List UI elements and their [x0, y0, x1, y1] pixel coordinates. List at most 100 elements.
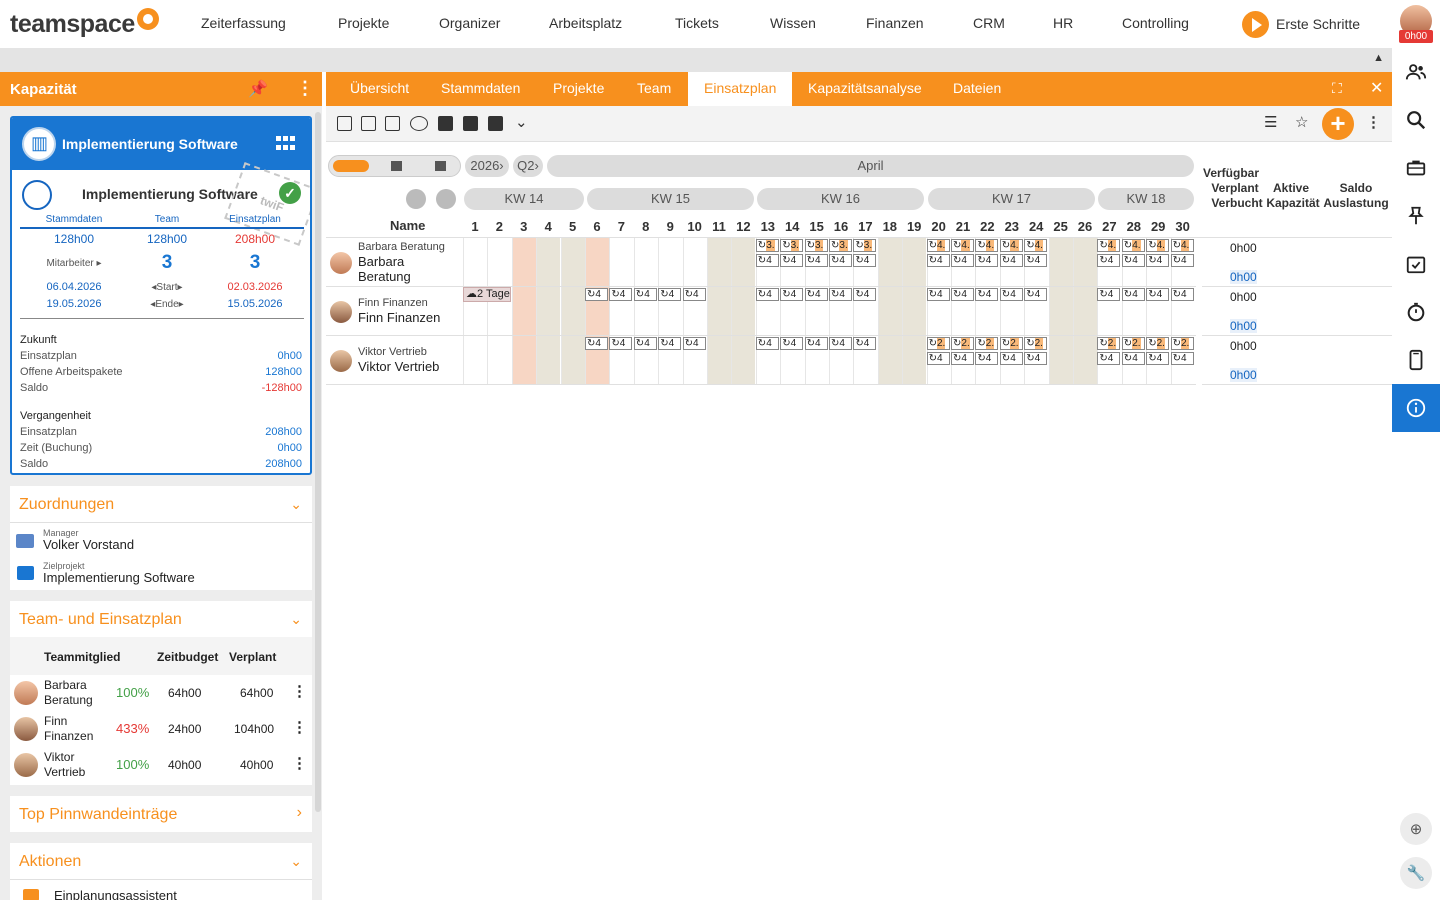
wrench-icon[interactable]: 🔧 [1400, 857, 1432, 889]
mitarbeiter-label[interactable]: Mitarbeiter ▸ [34, 258, 114, 269]
day-column[interactable] [682, 238, 707, 384]
allocation-cell[interactable]: ↻4. [975, 239, 999, 252]
day-column[interactable] [658, 238, 682, 384]
allocation-cell[interactable]: ↻4 [951, 352, 974, 365]
allocation-cell[interactable]: ↻4 [975, 288, 999, 301]
day-number[interactable]: 17 [853, 219, 877, 234]
allocation-cell[interactable]: ↻2. [1097, 337, 1121, 350]
day-column[interactable] [633, 238, 658, 384]
briefcase-icon[interactable] [1392, 144, 1440, 192]
allocation-cell[interactable]: ↻4 [682, 288, 706, 301]
allocation-cell[interactable]: ↻3. [780, 239, 804, 252]
month-label[interactable]: April [547, 155, 1194, 177]
allocation-cell[interactable]: ↻4 [1121, 254, 1145, 267]
day-number[interactable]: 25 [1049, 219, 1073, 234]
calendar-check-icon[interactable] [1392, 240, 1440, 288]
calendar-icon[interactable] [438, 116, 453, 131]
zoom-toggle[interactable] [328, 155, 461, 177]
zoom-day-icon[interactable] [333, 160, 369, 172]
allocation-cell[interactable]: ↻4 [1170, 288, 1194, 301]
chevron-right-icon[interactable]: › [297, 804, 302, 822]
chevron-down-icon[interactable]: ⌄ [290, 496, 302, 513]
nav-projekte[interactable]: Projekte [338, 15, 389, 31]
day-column[interactable] [560, 238, 585, 384]
allocation-cell[interactable]: ↻4 [1097, 288, 1121, 301]
day-number[interactable]: 9 [658, 219, 682, 234]
person-name[interactable]: Viktor Vertrieb [358, 359, 439, 374]
end-label[interactable]: ◂Ende▸ [127, 299, 207, 310]
allocation-cell[interactable]: ↻2. [1121, 337, 1145, 350]
day-number[interactable]: 22 [975, 219, 999, 234]
allocation-cell[interactable]: ↻4. [1121, 239, 1145, 252]
day-number[interactable]: 29 [1146, 219, 1170, 234]
allocation-cell[interactable]: ↻4 [853, 337, 877, 350]
tab-team[interactable]: Team [621, 72, 687, 106]
allocation-cell[interactable]: ↻4 [999, 288, 1023, 301]
day-number[interactable]: 30 [1171, 219, 1195, 234]
allocation-cell[interactable]: ↻4 [1170, 254, 1194, 267]
allocation-cell[interactable]: ↻4 [1024, 352, 1048, 365]
tab-projekte[interactable]: Projekte [537, 72, 620, 106]
teamspace-logo[interactable]: teamspace [10, 8, 159, 39]
allocation-cell[interactable]: ↻3. [853, 239, 877, 252]
day-column[interactable] [1048, 238, 1073, 384]
day-number[interactable]: 1 [463, 219, 487, 234]
team-section-title[interactable]: Team- und Einsatzplan [19, 611, 182, 629]
nav-controlling[interactable]: Controlling [1122, 15, 1189, 31]
week-label[interactable]: KW 16 [757, 188, 924, 210]
users-view-icon[interactable] [410, 116, 428, 131]
search-icon[interactable] [1392, 96, 1440, 144]
zuordnungen-title[interactable]: Zuordnungen [19, 496, 114, 514]
nav-wissen[interactable]: Wissen [770, 15, 816, 31]
allocation-cell[interactable]: ↻4. [1146, 239, 1170, 252]
users-icon[interactable] [1392, 48, 1440, 96]
allocation-cell[interactable]: ↻4 [1146, 352, 1170, 365]
absence-bar[interactable]: ☁2 Tage [463, 287, 511, 302]
day-number[interactable]: 27 [1097, 219, 1121, 234]
allocation-cell[interactable]: ↻4 [975, 352, 999, 365]
day-number[interactable]: 28 [1122, 219, 1146, 234]
day-column[interactable] [463, 238, 487, 384]
allocation-cell[interactable]: ↻2. [1146, 337, 1170, 350]
more-icon[interactable]: ⋮ [292, 682, 307, 700]
allocation-cell[interactable]: ↻4. [951, 239, 974, 252]
allocation-cell[interactable]: ↻4 [755, 288, 779, 301]
allocation-cell[interactable]: ↻4 [975, 254, 999, 267]
allocation-cell[interactable]: ↻4 [780, 254, 804, 267]
nav-crm[interactable]: CRM [973, 15, 1005, 31]
pinnwand-title[interactable]: Top Pinnwandeinträge [19, 806, 177, 824]
more-icon[interactable]: ⋮ [1366, 113, 1381, 131]
allocation-cell[interactable]: ↻4 [926, 254, 950, 267]
allocation-cell[interactable]: ↻4 [926, 288, 950, 301]
allocation-cell[interactable]: ↻4 [633, 337, 657, 350]
allocation-cell[interactable]: ↻4 [829, 337, 852, 350]
allocation-cell[interactable]: ↻4 [853, 254, 877, 267]
add-button[interactable]: + [1322, 108, 1354, 140]
next-week-icon[interactable] [436, 189, 456, 209]
allocation-cell[interactable]: ↻3. [804, 239, 828, 252]
allocation-cell[interactable]: ↻4 [609, 337, 633, 350]
prev-week-icon[interactable] [406, 189, 426, 209]
nav-arbeitsplatz[interactable]: Arbeitsplatz [549, 15, 622, 31]
tab-dateien[interactable]: Dateien [937, 72, 1017, 106]
allocation-cell[interactable]: ↻4. [926, 239, 950, 252]
day-column[interactable] [731, 238, 756, 384]
calendar-week-icon[interactable] [488, 116, 503, 131]
day-number[interactable]: 23 [1000, 219, 1024, 234]
tab-uebersicht[interactable]: Übersicht [334, 72, 425, 106]
day-number[interactable]: 13 [756, 219, 780, 234]
nav-tickets[interactable]: Tickets [675, 15, 719, 31]
allocation-cell[interactable]: ↻4 [1146, 288, 1170, 301]
week-label[interactable]: KW 15 [587, 188, 754, 210]
stopwatch-icon[interactable] [1392, 288, 1440, 336]
more-icon[interactable]: ⋮ [292, 754, 307, 772]
day-number[interactable]: 7 [609, 219, 633, 234]
allocation-cell[interactable]: ↻4 [926, 352, 950, 365]
filter-icon[interactable]: ☰ [1264, 113, 1277, 131]
allocation-cell[interactable]: ↻3. [755, 239, 779, 252]
allocation-cell[interactable]: ↻2. [1170, 337, 1194, 350]
team-member-name[interactable]: Barbara Beratung [44, 678, 114, 708]
more-icon[interactable]: ⋮ [292, 718, 307, 736]
day-column[interactable] [1073, 238, 1097, 384]
allocation-cell[interactable]: ↻4 [951, 254, 974, 267]
